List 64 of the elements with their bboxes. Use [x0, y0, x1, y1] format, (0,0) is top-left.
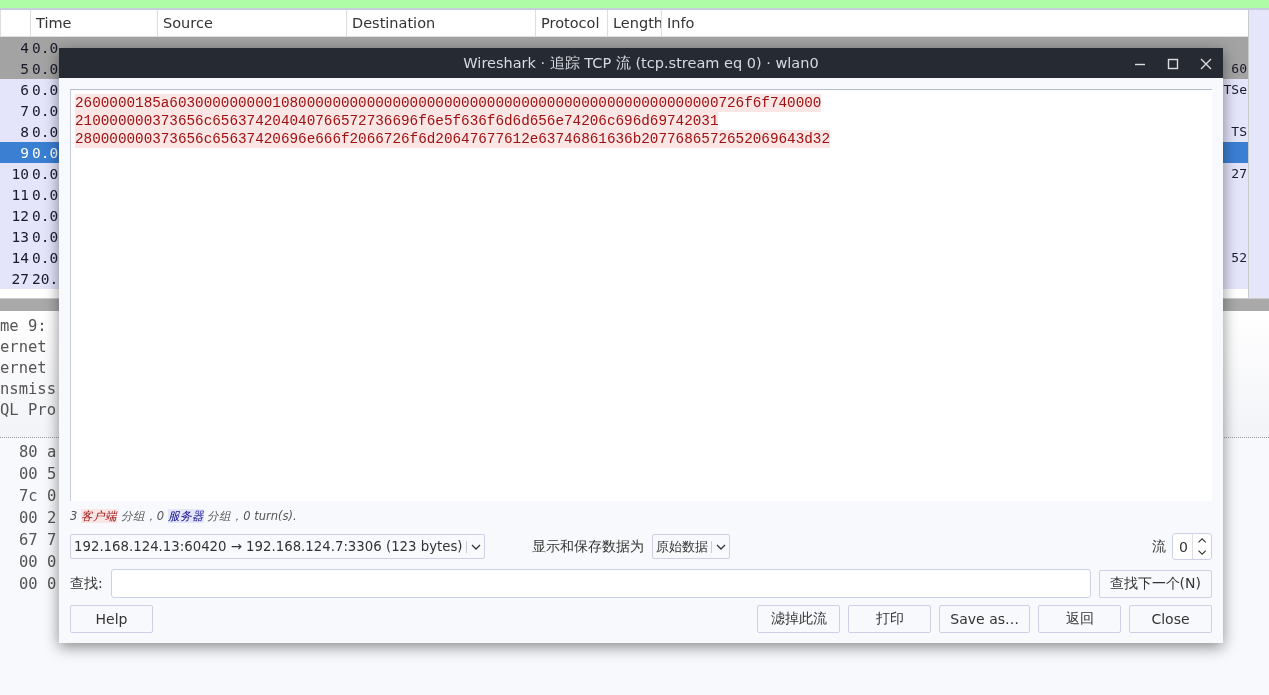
chevron-down-icon [710, 540, 727, 553]
row-number: 13 [10, 228, 29, 245]
hex-line: 00 5 [19, 465, 57, 485]
hex-line: 00 2 [19, 509, 57, 529]
show-as-dropdown[interactable]: 原始数据 [651, 534, 730, 559]
table-cell: 52 [1231, 250, 1248, 265]
row-number: 7 [19, 102, 29, 119]
find-label: 查找: [70, 574, 103, 593]
table-cell-text: 0.0 [31, 186, 59, 203]
row-number: 9 [19, 144, 29, 161]
column-header[interactable]: Time [30, 10, 157, 36]
table-cell-text: 20. [31, 270, 59, 287]
row-number: 10 [10, 165, 29, 182]
dialog-button[interactable]: 打印 [848, 605, 932, 633]
table-cell-text: 0.0 [31, 249, 59, 266]
hex-line: 7c 0 [19, 487, 57, 507]
row-number: 8 [19, 123, 29, 140]
find-field[interactable] [110, 569, 1091, 598]
hex-line: 80 a [19, 443, 57, 463]
row-number: 12 [10, 207, 29, 224]
help-button[interactable]: Help [70, 605, 153, 633]
table-cell: 27 [1231, 166, 1248, 181]
stream-label: 流 [1152, 537, 1166, 556]
tree-item[interactable]: nsmiss [0, 380, 56, 401]
tree-item[interactable]: QL Pro [0, 401, 56, 422]
table-cell-text: 0.0 [31, 102, 59, 119]
table-cell-text: 0.0 [31, 207, 59, 224]
column-header[interactable]: Destination [346, 10, 535, 36]
chevron-down-icon [465, 540, 482, 553]
table-cell-text: 0.0 [31, 165, 59, 182]
dialog-button[interactable]: 返回 [1038, 605, 1121, 633]
find-next-button[interactable]: 查找下一个(N) [1098, 569, 1212, 598]
dialog-button[interactable]: 滤掉此流 [757, 605, 841, 633]
show-as-label: 显示和保存数据为 [531, 537, 644, 556]
row-number: 5 [19, 60, 29, 77]
table-cell-text: 0.0 [31, 123, 59, 140]
table-cell: TSe [1223, 82, 1248, 97]
table-cell: TS [1231, 124, 1248, 139]
tree-item[interactable]: ernet [0, 359, 47, 380]
hex-line: 67 7 [19, 531, 57, 551]
table-cell-text: 0.0 [31, 228, 59, 245]
row-number: 14 [10, 249, 29, 266]
table-cell-text: 0.0 [31, 60, 59, 77]
row-number: 27 [10, 270, 29, 287]
dialog-button[interactable]: Save as… [939, 605, 1030, 633]
column-header[interactable]: Protocol [535, 10, 607, 36]
column-header[interactable]: Length [607, 10, 661, 36]
tree-item[interactable]: ernet [0, 338, 47, 359]
row-number: 4 [19, 39, 29, 56]
tree-item[interactable]: me 9: [0, 317, 47, 338]
table-cell: 60 [1231, 61, 1248, 76]
hex-line: 00 0 [19, 575, 57, 595]
row-number: 11 [10, 186, 29, 203]
hex-line: 00 0 [19, 553, 57, 573]
table-cell-text: 0.0 [31, 39, 59, 56]
conversation-dropdown[interactable]: 192.168.124.13:60420 → 192.168.124.7:3306 (123 bytes) [70, 534, 485, 559]
table-cell-text: 0.0 [31, 81, 59, 98]
scrollbar[interactable] [1248, 10, 1269, 298]
column-header[interactable]: Source [157, 10, 346, 36]
dialog-button[interactable]: Close [1129, 605, 1212, 633]
stream-spinbox[interactable]: 0 [1172, 533, 1212, 560]
table-cell-text: 0.0 [31, 144, 59, 161]
row-number: 6 [19, 81, 29, 98]
stream-summary: 3 客户端 分组，0 服务器 分组，0 turn(s). [70, 509, 298, 525]
